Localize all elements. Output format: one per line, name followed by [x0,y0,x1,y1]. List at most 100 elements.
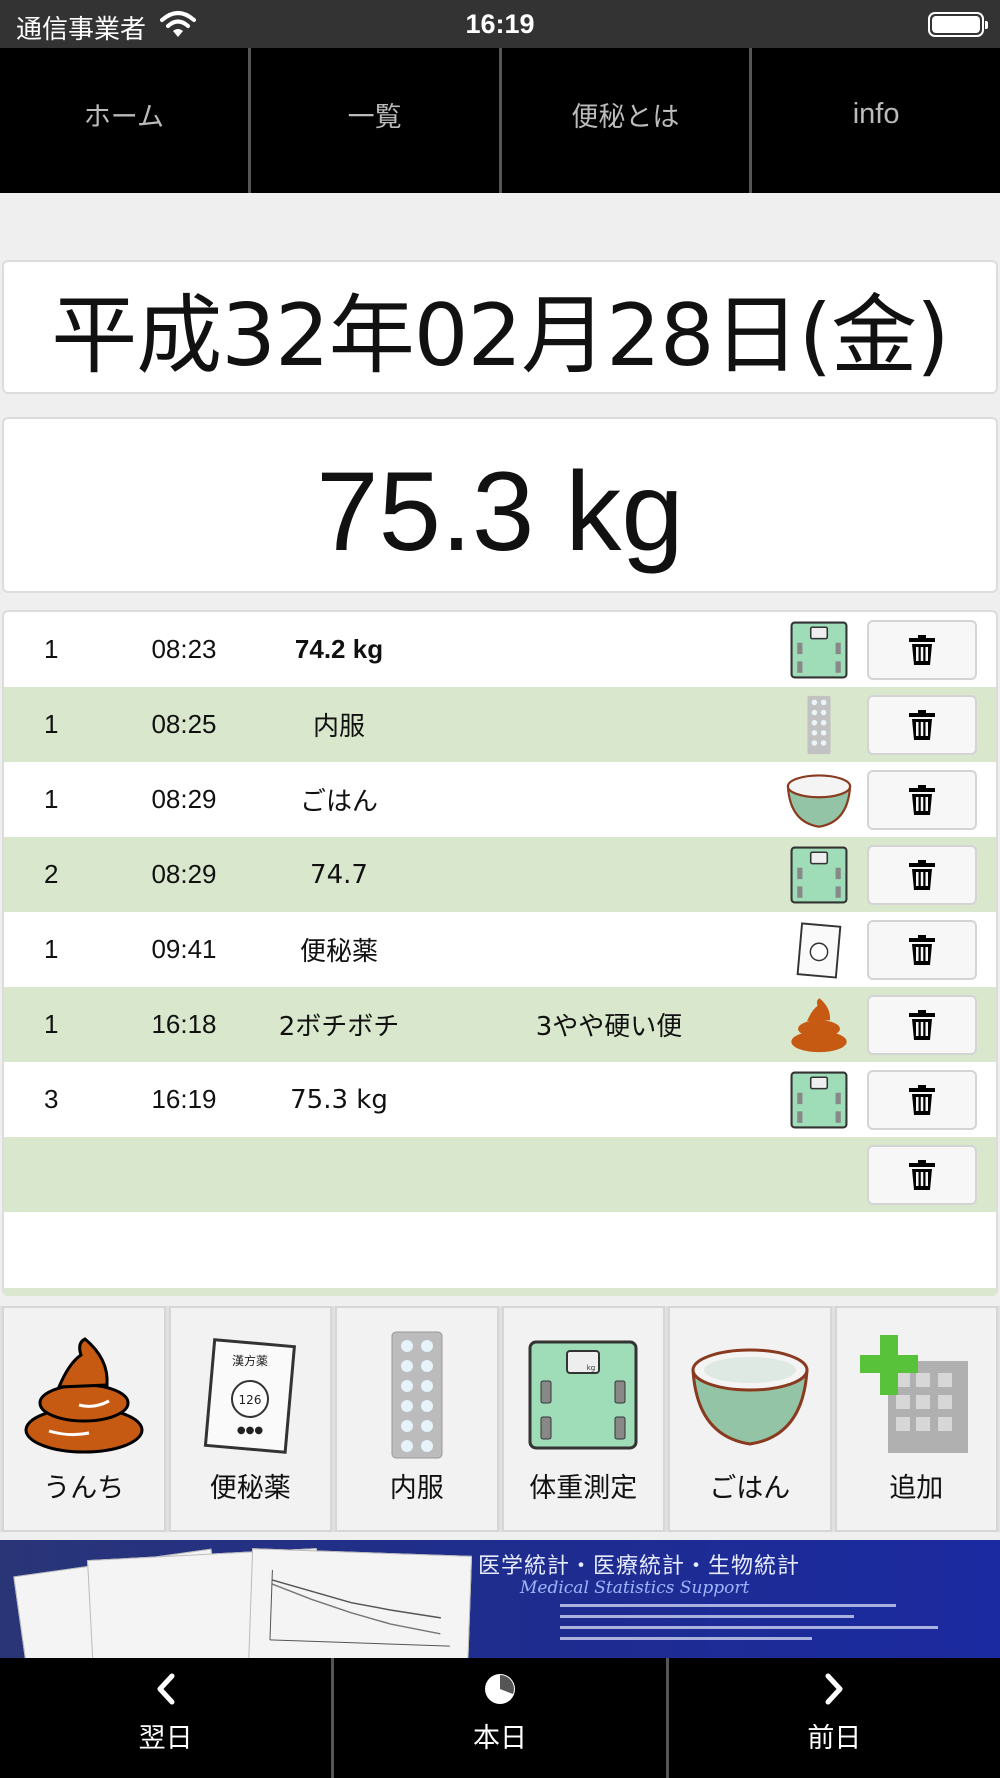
record-count: 1 [44,709,59,739]
record-value: 便秘薬 [299,937,378,967]
delete-record-button[interactable] [867,620,977,680]
rice-bowl-icon [784,762,854,837]
date-display: 平成32年02月28日(金) [2,260,998,394]
record-value [229,1137,449,1212]
scale-unit: kg [587,1364,596,1372]
add-laxative-button[interactable]: 漢方薬 126 ●●● 便秘薬 [168,1306,332,1532]
banner-subtitle: Medical Statistics Support [520,1578,750,1598]
kampo-medicine-icon: 漢方薬 126 ●●● [204,1338,297,1454]
record-value: 2ボチボチ [278,1012,400,1042]
record-count: 1 [44,934,59,964]
scale-icon [784,1062,854,1137]
record-row[interactable] [4,1137,996,1212]
delete-record-button[interactable] [867,770,977,830]
svg-text:●●●: ●●● [237,1425,263,1436]
chevron-left-icon [157,1673,175,1705]
record-detail [484,1062,734,1137]
kampo-medicine-icon [784,912,854,987]
delete-record-button[interactable] [867,695,977,755]
trash-icon [908,860,936,890]
record-count: 1 [44,634,59,664]
trash-icon [908,1010,936,1040]
record-row[interactable]: 1 08:23 74.2 kg [4,612,996,687]
tab-home[interactable]: ホーム [0,48,251,193]
record-row[interactable]: 1 16:18 2ボチボチ 3やや硬い便 [4,987,996,1062]
record-count: 3 [44,1084,59,1114]
today-button[interactable]: 本日 [334,1658,669,1778]
record-row[interactable]: 1 08:25 内服 [4,687,996,762]
record-row[interactable]: 1 08:29 ごはん [4,762,996,837]
add-oral-medicine-button[interactable]: 内服 [335,1306,499,1532]
chevron-right-icon [825,1673,843,1705]
record-detail [484,912,734,987]
add-oral-medicine-label: 内服 [389,1473,444,1504]
poop-icon [784,987,854,1062]
add-laxative-label: 便秘薬 [209,1473,291,1504]
record-row[interactable]: 2 08:29 74.7 [4,837,996,912]
ad-banner[interactable]: 医学統計・医療統計・生物統計 Medical Statistics Suppor… [0,1540,1000,1658]
add-weight-button[interactable]: kg 体重測定 [501,1306,665,1532]
poop-icon [24,1337,144,1454]
previous-day-label: 前日 [807,1723,862,1754]
record-value: 74.7 [310,859,368,890]
top-navigation: ホーム 一覧 便秘とは info [0,48,1000,193]
delete-record-button[interactable] [867,1070,977,1130]
record-detail [484,1137,734,1212]
current-weight-display: 75.3 kg [2,417,998,593]
record-count: 1 [44,1009,59,1039]
add-weight-label: 体重測定 [529,1473,638,1504]
record-detail: 3やや硬い便 [535,1012,683,1042]
pill-sheet-icon [391,1331,443,1459]
delete-record-button[interactable] [867,920,977,980]
add-poop-button[interactable]: うんち [2,1306,166,1532]
trash-icon [908,785,936,815]
package-text: 漢方薬 [232,1353,268,1368]
record-value: 74.2 kg [294,634,384,664]
add-icon [860,1335,969,1453]
record-row[interactable]: 1 09:41 便秘薬 [4,912,996,987]
add-meal-button[interactable]: ごはん [668,1306,832,1532]
trash-icon [908,935,936,965]
trash-icon [908,710,936,740]
record-detail [484,762,734,837]
record-value: 内服 [312,712,365,742]
trash-icon [908,1160,936,1190]
record-count [44,1137,74,1212]
record-value: 75.3 kg [290,1084,388,1115]
record-count: 1 [44,784,59,814]
trash-icon [908,1085,936,1115]
scale-icon [784,837,854,912]
status-time: 16:19 [465,9,535,39]
banner-title: 医学統計・医療統計・生物統計 [478,1554,801,1579]
record-detail [484,837,734,912]
record-row[interactable]: 3 16:19 75.3 kg [4,1062,996,1137]
tab-info[interactable]: info [752,48,1000,193]
bottom-toolbar: 翌日 本日 前日 [0,1658,1000,1778]
trash-icon [908,635,936,665]
scale-icon: kg [528,1340,638,1450]
record-count: 2 [44,859,59,889]
record-list: 1 08:23 74.2 kg 1 08:25 内服 1 08:29 ごはん 2 08:29 74.7… [2,610,998,1296]
next-day-label: 翌日 [138,1723,193,1754]
clock-icon [484,1674,515,1704]
next-day-button[interactable]: 翌日 [0,1658,335,1778]
rice-bowl-icon [691,1348,809,1446]
battery-icon [928,12,988,37]
add-poop-label: うんち [43,1473,125,1504]
add-record-button[interactable]: 追加 [834,1306,998,1532]
record-detail [484,687,734,762]
tab-list[interactable]: 一覧 [251,48,502,193]
tab-about-constipation[interactable]: 便秘とは [502,48,753,193]
previous-day-button[interactable]: 前日 [669,1658,1000,1778]
action-buttons: うんち 漢方薬 126 ●●● 便秘薬 内服 kg 体重測定 ごはん 追加 [0,1306,1000,1532]
scale-icon [784,612,854,687]
package-number: 126 [239,1393,262,1407]
today-label: 本日 [472,1723,527,1754]
banner-chart-image [247,1548,473,1658]
delete-record-button[interactable] [867,995,977,1055]
record-value: ごはん [299,787,378,817]
status-bar: 通信事業者 16:19 [0,0,1000,48]
delete-record-button[interactable] [867,845,977,905]
delete-record-button[interactable] [867,1145,977,1205]
record-icon [784,1137,854,1212]
